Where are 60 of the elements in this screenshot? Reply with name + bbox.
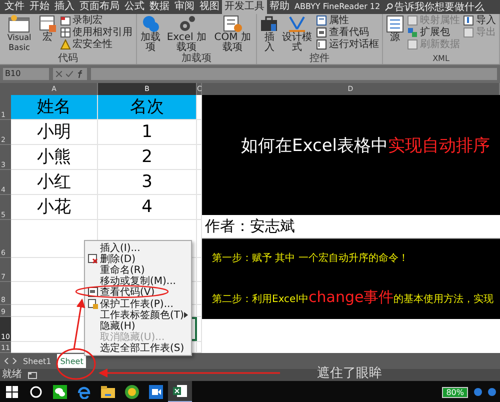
menu-item[interactable]: 保护工作表(P)... xyxy=(85,298,191,310)
ribbon-button[interactable]: 插入 xyxy=(260,15,278,53)
ribbon-button[interactable]: 扩展包 xyxy=(406,27,460,38)
ribbon-tab[interactable]: 帮助 xyxy=(267,0,292,14)
ribbon-button[interactable]: 录制宏 xyxy=(60,15,133,26)
status-text: 就绪 xyxy=(2,369,22,381)
ribbon-tab[interactable]: 开始 xyxy=(27,0,52,14)
ribbon-tab[interactable]: 页面布局 xyxy=(77,0,122,14)
step-text: 第二步：利用Excel中change事件的基本使用方法，实现 xyxy=(211,288,495,308)
cell-text: 小熊 xyxy=(37,148,71,166)
ribbon-button[interactable]: 运行对话框 xyxy=(316,39,379,50)
banner-title: 如何在Excel表格中实现自动排序 xyxy=(240,134,490,156)
ribbon-button[interactable]: 加载项 xyxy=(140,15,162,53)
cell-text: 姓名 xyxy=(37,98,71,116)
cell-text: 3 xyxy=(142,174,152,190)
sheet-tab[interactable]: Sheet1 xyxy=(20,354,54,368)
name-box[interactable]: B10 xyxy=(3,68,49,80)
ribbon-tab[interactable]: 插入 xyxy=(52,0,77,14)
ribbon-tab[interactable]: 数据 xyxy=(147,0,172,14)
ribbon-button[interactable]: 导入 xyxy=(462,15,496,26)
tell-me-field[interactable]: 告诉我你想要做什么 xyxy=(394,0,485,14)
menu-item[interactable]: 重命名(R) xyxy=(85,264,191,276)
ribbon-button[interactable]: 使用相对引用 xyxy=(60,27,133,38)
ribbon-button[interactable]: 查看代码 xyxy=(316,27,379,38)
ribbon-tab[interactable]: 审阅 xyxy=(172,0,197,14)
cell-text: 2 xyxy=(142,148,152,166)
menu-item[interactable]: 隐藏(H) xyxy=(85,320,191,332)
ribbon-tab[interactable]: 视图 xyxy=(197,0,222,14)
ribbon-button[interactable]: COM 加载项 xyxy=(212,15,254,53)
cell-text: 名次 xyxy=(130,98,164,116)
cell-text: 小红 xyxy=(37,174,71,190)
menu-item[interactable]: 移动或复制(M)... xyxy=(85,276,191,287)
ribbon-button[interactable]: Visual Basic xyxy=(3,15,36,53)
cell-text: 小花 xyxy=(37,198,71,216)
ribbon-tab[interactable]: 开发工具 xyxy=(222,0,267,14)
ribbon-button[interactable]: Excel 加载项 xyxy=(164,15,209,53)
ribbon-tab[interactable]: 文件 xyxy=(2,0,27,14)
menu-item[interactable]: 删除(D) xyxy=(85,253,191,264)
ribbon-button[interactable]: 源 xyxy=(386,15,404,43)
step-text: 第一步：赋予 其中 一个宏自动升序的命令！ xyxy=(211,252,410,265)
menu-item[interactable]: 选定全部工作表(S) xyxy=(85,342,191,354)
desktop-lyric: 遮住了眼眸 xyxy=(317,366,382,381)
cell-text: 4 xyxy=(142,198,152,216)
ribbon-tab[interactable]: 公式 xyxy=(122,0,147,14)
ribbon-button[interactable]: 宏 xyxy=(38,15,57,43)
ribbon-button[interactable]: 宏安全性 xyxy=(60,39,133,50)
menu-item[interactable]: 工作表标签颜色(T) xyxy=(85,309,191,320)
ribbon-tab[interactable]: ABBYY FineReader 12 xyxy=(292,0,383,14)
sheet-tab[interactable]: Sheet xyxy=(57,354,86,368)
cell-text: 小明 xyxy=(37,124,71,140)
battery-indicator[interactable]: 80% xyxy=(442,386,468,398)
menu-item[interactable]: 查看代码(V) xyxy=(85,286,191,298)
group-label: XML xyxy=(432,53,450,64)
menu-item[interactable]: 插入(I)... xyxy=(85,242,191,254)
ribbon-button[interactable]: 设计模式 xyxy=(281,15,313,53)
group-label: 代码 xyxy=(56,53,79,64)
group-label: 加载项 xyxy=(180,53,212,64)
ribbon-button[interactable]: 属性 xyxy=(316,15,379,26)
group-label: 控件 xyxy=(308,53,331,64)
cell-text: 1 xyxy=(142,124,152,140)
